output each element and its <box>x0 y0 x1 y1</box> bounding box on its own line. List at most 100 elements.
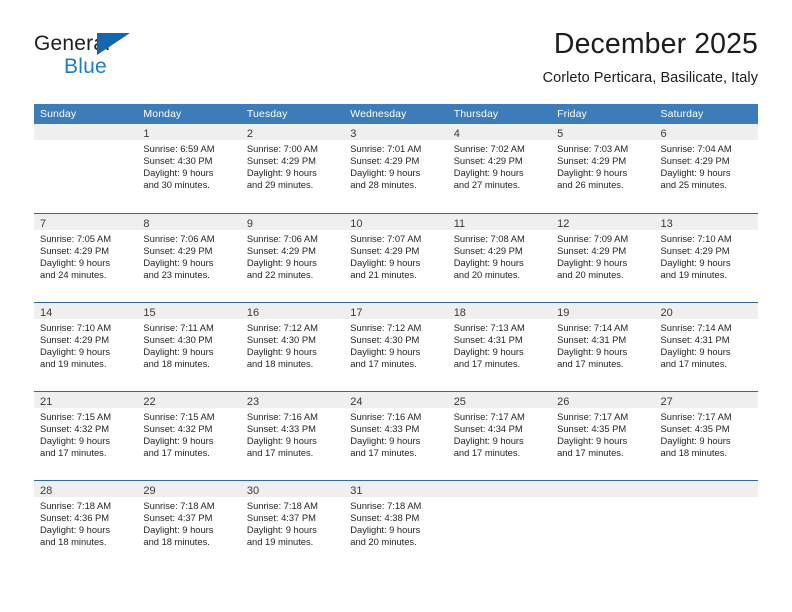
day-cell[interactable]: 8 Sunrise: 7:06 AM Sunset: 4:29 PM Daylight… <box>137 214 241 302</box>
day-details: Sunrise: 7:16 AM Sunset: 4:33 PM Daylight:… <box>344 408 447 459</box>
day-details: Sunrise: 7:18 AM Sunset: 4:38 PM Daylight:… <box>344 497 447 548</box>
day-cell[interactable]: 19 Sunrise: 7:14 AM Sunset: 4:31 PM Dayligh… <box>551 303 655 391</box>
day-cell[interactable]: 2 Sunrise: 7:00 AM Sunset: 4:29 PM Daylight… <box>240 124 345 213</box>
day-cell[interactable]: 27 Sunrise: 7:17 AM Sunset: 4:35 PM Dayligh… <box>654 392 758 480</box>
day-cell[interactable]: 17 Sunrise: 7:12 AM Sunset: 4:30 PM Dayligh… <box>344 303 448 391</box>
day-cell[interactable]: 11 Sunrise: 7:08 AM Sunset: 4:29 PM Dayligh… <box>447 214 552 302</box>
day-cell[interactable]: 12 Sunrise: 7:09 AM Sunset: 4:29 PM Dayligh… <box>551 214 655 302</box>
weekday-header-tuesday: Tuesday <box>246 108 288 120</box>
day-cell[interactable]: 3 Sunrise: 7:01 AM Sunset: 4:29 PM Daylight… <box>344 124 448 213</box>
sunset-line: Sunset: 4:29 PM <box>40 245 110 257</box>
day-number: 17 <box>350 307 363 319</box>
day-cell-empty <box>551 481 655 569</box>
sunrise-line: Sunrise: 7:09 AM <box>557 233 629 244</box>
day-cell[interactable]: 9 Sunrise: 7:06 AM Sunset: 4:29 PM Daylight… <box>240 214 345 302</box>
weekday-header-monday: Monday <box>143 108 182 120</box>
day-cell[interactable]: 13 Sunrise: 7:10 AM Sunset: 4:29 PM Dayligh… <box>654 214 758 302</box>
day-cell[interactable]: 1 Sunrise: 6:59 AM Sunset: 4:30 PM Daylight… <box>137 124 241 213</box>
sunset-line: Sunset: 4:30 PM <box>143 334 213 346</box>
day-details: Sunrise: 7:17 AM Sunset: 4:35 PM Daylight:… <box>655 408 758 459</box>
day-cell-empty <box>447 481 552 569</box>
day-details: Sunrise: 7:14 AM Sunset: 4:31 PM Daylight:… <box>655 319 758 370</box>
daylight-line: Daylight: 9 hours <box>246 167 317 179</box>
day-cell[interactable]: 22 Sunrise: 7:15 AM Sunset: 4:32 PM Dayligh… <box>137 392 241 480</box>
day-details: Sunrise: 7:15 AM Sunset: 4:32 PM Daylight:… <box>34 408 137 459</box>
day-cell[interactable]: 25 Sunrise: 7:17 AM Sunset: 4:34 PM Dayligh… <box>447 392 552 480</box>
day-cell[interactable]: 30 Sunrise: 7:18 AM Sunset: 4:37 PM Dayligh… <box>240 481 345 569</box>
sunrise-line: Sunrise: 7:10 AM <box>40 322 112 333</box>
sunset-line: Sunset: 4:30 PM <box>143 155 213 167</box>
week-row: 21 Sunrise: 7:15 AM Sunset: 4:32 PM Dayligh… <box>34 391 758 480</box>
day-cell[interactable]: 7 Sunrise: 7:05 AM Sunset: 4:29 PM Daylight… <box>34 214 138 302</box>
day-number-band: 28 <box>34 481 138 497</box>
week-row: 28 Sunrise: 7:18 AM Sunset: 4:36 PM Dayligh… <box>34 480 758 569</box>
day-cell[interactable]: 16 Sunrise: 7:12 AM Sunset: 4:30 PM Dayligh… <box>240 303 345 391</box>
day-cell[interactable]: 10 Sunrise: 7:07 AM Sunset: 4:29 PM Dayligh… <box>344 214 448 302</box>
daylight-line-cont: and 17 minutes. <box>660 358 727 370</box>
day-number: 12 <box>557 218 570 230</box>
day-number-band: 29 <box>137 481 241 497</box>
sunset-line: Sunset: 4:29 PM <box>660 245 730 257</box>
sunset-line: Sunset: 4:32 PM <box>40 423 110 435</box>
day-number: 31 <box>350 485 363 497</box>
sunset-line: Sunset: 4:29 PM <box>453 245 523 257</box>
day-cell[interactable]: 14 Sunrise: 7:10 AM Sunset: 4:29 PM Dayligh… <box>34 303 138 391</box>
daylight-line: Daylight: 9 hours <box>453 346 524 358</box>
daylight-line-cont: and 17 minutes. <box>350 447 417 459</box>
day-number-band: 22 <box>137 392 241 408</box>
day-details: Sunrise: 7:04 AM Sunset: 4:29 PM Daylight:… <box>655 140 758 191</box>
calendar-grid: Sunday Monday Tuesday Wednesday Thursday Frid… <box>34 104 758 569</box>
day-number: 4 <box>453 128 460 140</box>
day-number: 10 <box>350 218 363 230</box>
day-details: Sunrise: 7:08 AM Sunset: 4:29 PM Daylight:… <box>448 230 551 281</box>
day-cell[interactable]: 4 Sunrise: 7:02 AM Sunset: 4:29 PM Daylight… <box>447 124 552 213</box>
daylight-line-cont: and 17 minutes. <box>40 447 107 459</box>
daylight-line: Daylight: 9 hours <box>350 346 421 358</box>
day-cell[interactable]: 31 Sunrise: 7:18 AM Sunset: 4:38 PM Dayligh… <box>344 481 448 569</box>
sunrise-line: Sunrise: 7:06 AM <box>246 233 318 244</box>
day-cell[interactable]: 18 Sunrise: 7:13 AM Sunset: 4:31 PM Dayligh… <box>447 303 552 391</box>
sunrise-line: Sunrise: 7:00 AM <box>246 143 318 154</box>
calendar-weeks: 1 Sunrise: 6:59 AM Sunset: 4:30 PM Daylight… <box>34 124 758 569</box>
day-cell[interactable]: 21 Sunrise: 7:15 AM Sunset: 4:32 PM Dayligh… <box>34 392 138 480</box>
day-cell[interactable]: 5 Sunrise: 7:03 AM Sunset: 4:29 PM Daylight… <box>551 124 655 213</box>
sunset-line: Sunset: 4:35 PM <box>557 423 627 435</box>
day-number: 3 <box>350 128 357 140</box>
sunset-line: Sunset: 4:29 PM <box>557 155 627 167</box>
sunset-line: Sunset: 4:30 PM <box>246 334 316 346</box>
day-number: 28 <box>40 485 53 497</box>
daylight-line: Daylight: 9 hours <box>557 346 628 358</box>
sunset-line: Sunset: 4:29 PM <box>557 245 627 257</box>
day-number: 22 <box>143 396 156 408</box>
day-cell[interactable]: 26 Sunrise: 7:17 AM Sunset: 4:35 PM Dayligh… <box>551 392 655 480</box>
daylight-line: Daylight: 9 hours <box>557 435 628 447</box>
day-cell[interactable]: 29 Sunrise: 7:18 AM Sunset: 4:37 PM Dayligh… <box>137 481 241 569</box>
daylight-line-cont: and 17 minutes. <box>350 358 417 370</box>
page-title: December 2025 <box>553 28 758 60</box>
day-cell[interactable]: 15 Sunrise: 7:11 AM Sunset: 4:30 PM Dayligh… <box>137 303 241 391</box>
day-number-band: 19 <box>551 303 655 319</box>
weekday-header-saturday: Saturday <box>660 108 704 120</box>
daylight-line: Daylight: 9 hours <box>246 257 317 269</box>
sunset-line: Sunset: 4:30 PM <box>350 334 420 346</box>
day-number: 2 <box>246 128 253 140</box>
sunrise-line: Sunrise: 7:18 AM <box>350 500 422 511</box>
brand-logo[interactable]: General Blue <box>34 32 214 90</box>
sunset-line: Sunset: 4:32 PM <box>143 423 213 435</box>
daylight-line: Daylight: 9 hours <box>40 257 111 269</box>
sunrise-line: Sunrise: 7:06 AM <box>143 233 215 244</box>
day-number-band: 24 <box>344 392 448 408</box>
daylight-line: Daylight: 9 hours <box>350 257 421 269</box>
day-number: 23 <box>246 396 260 408</box>
day-cell[interactable]: 6 Sunrise: 7:04 AM Sunset: 4:29 PM Daylight… <box>654 124 758 213</box>
day-cell[interactable]: 20 Sunrise: 7:14 AM Sunset: 4:31 PM Dayligh… <box>654 303 758 391</box>
daylight-line-cont: and 17 minutes. <box>143 447 210 459</box>
day-number-band: 3 <box>344 124 448 140</box>
day-cell[interactable]: 28 Sunrise: 7:18 AM Sunset: 4:36 PM Dayligh… <box>34 481 138 569</box>
day-cell[interactable]: 23 Sunrise: 7:16 AM Sunset: 4:33 PM Dayligh… <box>240 392 345 480</box>
day-cell[interactable]: 24 Sunrise: 7:16 AM Sunset: 4:33 PM Dayligh… <box>344 392 448 480</box>
day-number: 24 <box>350 396 363 408</box>
day-details: Sunrise: 7:10 AM Sunset: 4:29 PM Daylight:… <box>34 319 137 370</box>
day-details: Sunrise: 7:17 AM Sunset: 4:35 PM Daylight:… <box>551 408 654 459</box>
day-number: 20 <box>660 307 673 319</box>
